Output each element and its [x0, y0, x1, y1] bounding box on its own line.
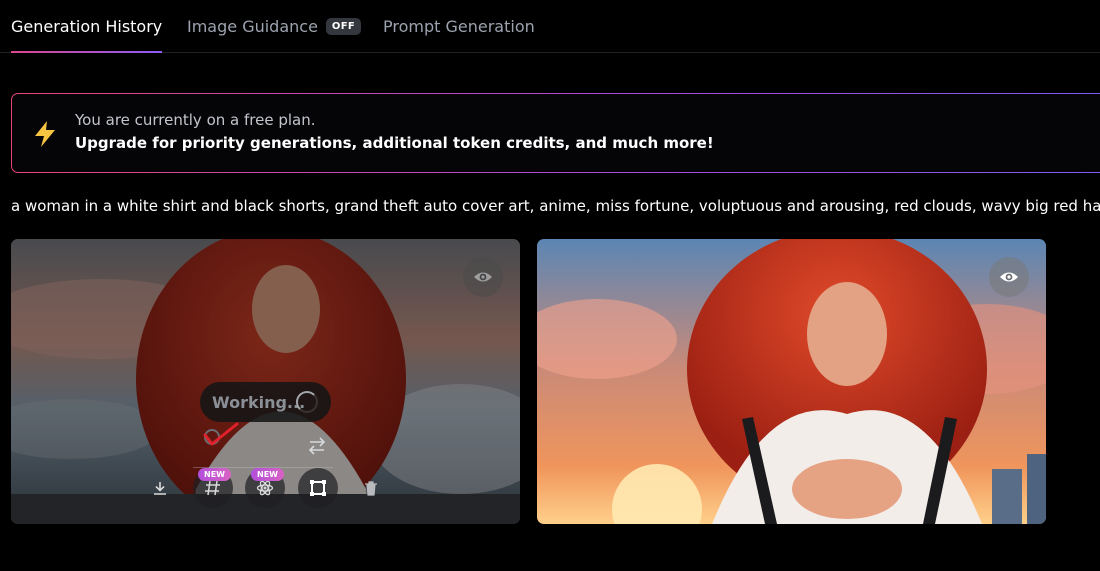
new-badge: NEW [198, 468, 231, 481]
eye-icon [1000, 272, 1018, 282]
tab-label: Generation History [11, 17, 163, 36]
banner-upgrade-text: Upgrade for priority generations, additi… [75, 134, 714, 152]
checkmark-icon [203, 422, 239, 446]
delete-button[interactable] [351, 468, 391, 508]
off-badge: OFF [325, 18, 361, 35]
swap-arrows-icon[interactable] [306, 436, 328, 456]
trash-icon [365, 481, 377, 496]
tab-label: Image Guidance [187, 17, 318, 36]
generated-image-card[interactable]: Working... NEW NEW [11, 239, 520, 524]
download-button[interactable] [140, 468, 180, 508]
crop-button[interactable] [298, 468, 338, 508]
upgrade-banner[interactable]: You are currently on a free plan. Upgrad… [11, 93, 1100, 173]
crop-icon [310, 480, 326, 496]
atom-icon [256, 480, 274, 496]
generated-image [537, 239, 1046, 524]
lightning-bolt-icon [35, 121, 55, 147]
prompt-text: a woman in a white shirt and black short… [11, 197, 1100, 215]
new-badge: NEW [251, 468, 284, 481]
tab-bar: Generation History Image Guidance OFF Pr… [0, 0, 1100, 53]
tab-generation-history[interactable]: Generation History [11, 0, 163, 53]
banner-plan-text: You are currently on a free plan. [75, 111, 316, 129]
working-status-pill: Working... [200, 382, 331, 422]
tab-prompt-generation[interactable]: Prompt Generation [383, 0, 535, 53]
view-button[interactable] [989, 257, 1029, 297]
banner-body: You are currently on a free plan. Upgrad… [12, 94, 1100, 172]
download-icon [154, 482, 166, 495]
working-label: Working... [212, 392, 306, 412]
generated-image-card[interactable] [537, 239, 1046, 524]
loading-spinner-icon [296, 391, 318, 413]
active-tab-indicator [11, 51, 163, 53]
upscale-grid-icon [205, 480, 220, 496]
tab-image-guidance[interactable]: Image Guidance OFF [187, 0, 361, 53]
tab-label: Prompt Generation [383, 17, 535, 36]
